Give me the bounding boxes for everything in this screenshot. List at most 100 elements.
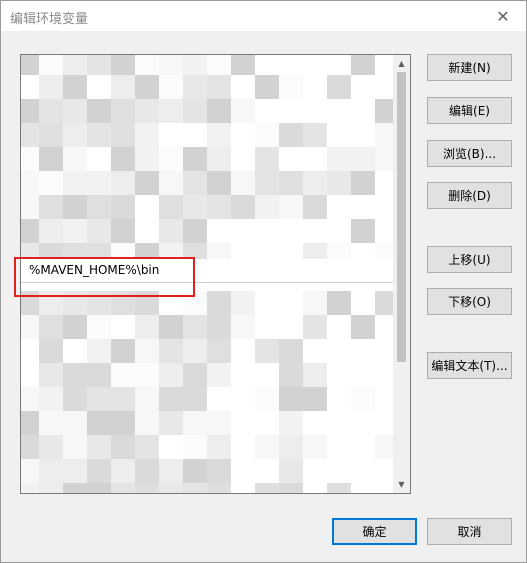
cancel-button[interactable]: 取消 bbox=[427, 518, 512, 545]
mosaic-cell bbox=[111, 411, 135, 435]
mosaic-cell bbox=[159, 123, 183, 147]
vertical-scrollbar[interactable]: ▲ ▼ bbox=[393, 55, 410, 493]
mosaic-cell bbox=[159, 171, 183, 195]
mosaic-cell bbox=[255, 387, 279, 411]
mosaic-cell bbox=[303, 219, 327, 243]
mosaic-cell bbox=[231, 315, 255, 339]
mosaic-cell bbox=[327, 99, 351, 123]
mosaic-cell bbox=[87, 459, 111, 483]
mosaic-cell bbox=[135, 435, 159, 459]
mosaic-cell bbox=[351, 339, 375, 363]
mosaic-cell bbox=[63, 339, 87, 363]
mosaic-cell bbox=[87, 435, 111, 459]
mosaic-cell bbox=[87, 75, 111, 99]
mosaic-cell bbox=[159, 55, 183, 75]
mosaic-cell bbox=[303, 291, 327, 315]
mosaic-cell bbox=[183, 147, 207, 171]
mosaic-cell bbox=[159, 363, 183, 387]
mosaic-cell bbox=[183, 459, 207, 483]
mosaic-cell bbox=[111, 459, 135, 483]
mosaic-cell bbox=[159, 75, 183, 99]
move-up-button[interactable]: 上移(U) bbox=[427, 246, 512, 273]
mosaic-cell bbox=[135, 459, 159, 483]
mosaic-cell bbox=[111, 75, 135, 99]
mosaic-cell bbox=[303, 435, 327, 459]
mosaic-cell bbox=[255, 55, 279, 75]
mosaic-cell bbox=[303, 55, 327, 75]
mosaic-cell bbox=[183, 387, 207, 411]
scroll-up-icon[interactable]: ▲ bbox=[393, 55, 410, 72]
mosaic-cell bbox=[231, 75, 255, 99]
edit-text-button[interactable]: 编辑文本(T)... bbox=[427, 352, 512, 379]
mosaic-cell bbox=[63, 195, 87, 219]
mosaic-cell bbox=[303, 339, 327, 363]
mosaic-cell bbox=[63, 459, 87, 483]
mosaic-cell bbox=[303, 483, 327, 493]
mosaic-cell bbox=[231, 147, 255, 171]
mosaic-cell bbox=[21, 195, 39, 219]
new-button[interactable]: 新建(N) bbox=[427, 54, 512, 81]
mosaic-cell bbox=[351, 483, 375, 493]
mosaic-cell bbox=[63, 75, 87, 99]
mosaic-cell bbox=[327, 55, 351, 75]
mosaic-cell bbox=[135, 55, 159, 75]
delete-button[interactable]: 删除(D) bbox=[427, 182, 512, 209]
mosaic-cell bbox=[63, 411, 87, 435]
mosaic-cell bbox=[21, 171, 39, 195]
mosaic-cell bbox=[255, 363, 279, 387]
mosaic-cell bbox=[159, 387, 183, 411]
mosaic-cell bbox=[63, 123, 87, 147]
edit-button[interactable]: 编辑(E) bbox=[427, 97, 512, 124]
mosaic-cell bbox=[183, 339, 207, 363]
mosaic-cell bbox=[111, 219, 135, 243]
mosaic-cell bbox=[231, 459, 255, 483]
mosaic-cell bbox=[351, 195, 375, 219]
mosaic-cell bbox=[207, 55, 231, 75]
mosaic-cell bbox=[351, 147, 375, 171]
mosaic-cell bbox=[327, 411, 351, 435]
mosaic-cell bbox=[231, 291, 255, 315]
mosaic-cell bbox=[351, 411, 375, 435]
mosaic-cell bbox=[183, 75, 207, 99]
mosaic-cell bbox=[87, 339, 111, 363]
mosaic-cell bbox=[39, 99, 63, 123]
mosaic-cell bbox=[351, 219, 375, 243]
mosaic-cell bbox=[279, 435, 303, 459]
mosaic-cell bbox=[21, 99, 39, 123]
mosaic-cell bbox=[135, 123, 159, 147]
mosaic-cell bbox=[351, 435, 375, 459]
mosaic-cell bbox=[279, 483, 303, 493]
mosaic-cell bbox=[159, 435, 183, 459]
close-icon[interactable]: ✕ bbox=[480, 1, 526, 31]
mosaic-cell bbox=[111, 363, 135, 387]
mosaic-cell bbox=[351, 387, 375, 411]
mosaic-cell bbox=[231, 435, 255, 459]
mosaic-cell bbox=[21, 387, 39, 411]
mosaic-cell bbox=[207, 147, 231, 171]
mosaic-cell bbox=[111, 99, 135, 123]
mosaic-cell bbox=[63, 483, 87, 493]
mosaic-cell bbox=[255, 483, 279, 493]
ok-button[interactable]: 确定 bbox=[332, 518, 417, 545]
scroll-down-icon[interactable]: ▼ bbox=[393, 476, 410, 493]
scrollbar-thumb[interactable] bbox=[397, 72, 406, 362]
mosaic-cell bbox=[111, 387, 135, 411]
mosaic-cell bbox=[183, 315, 207, 339]
mosaic-cell bbox=[39, 55, 63, 75]
mosaic-cell bbox=[279, 99, 303, 123]
mosaic-cell bbox=[255, 75, 279, 99]
mosaic-cell bbox=[39, 363, 63, 387]
mosaic-cell bbox=[327, 123, 351, 147]
mosaic-cell bbox=[279, 363, 303, 387]
mosaic-cell bbox=[303, 171, 327, 195]
move-down-button[interactable]: 下移(O) bbox=[427, 288, 512, 315]
mosaic-cell bbox=[255, 99, 279, 123]
mosaic-cell bbox=[231, 99, 255, 123]
mosaic-cell bbox=[159, 195, 183, 219]
mosaic-cell bbox=[231, 55, 255, 75]
browse-button[interactable]: 浏览(B)... bbox=[427, 140, 512, 167]
mosaic-cell bbox=[279, 75, 303, 99]
mosaic-cell bbox=[87, 363, 111, 387]
mosaic-cell bbox=[159, 459, 183, 483]
mosaic-cell bbox=[327, 339, 351, 363]
